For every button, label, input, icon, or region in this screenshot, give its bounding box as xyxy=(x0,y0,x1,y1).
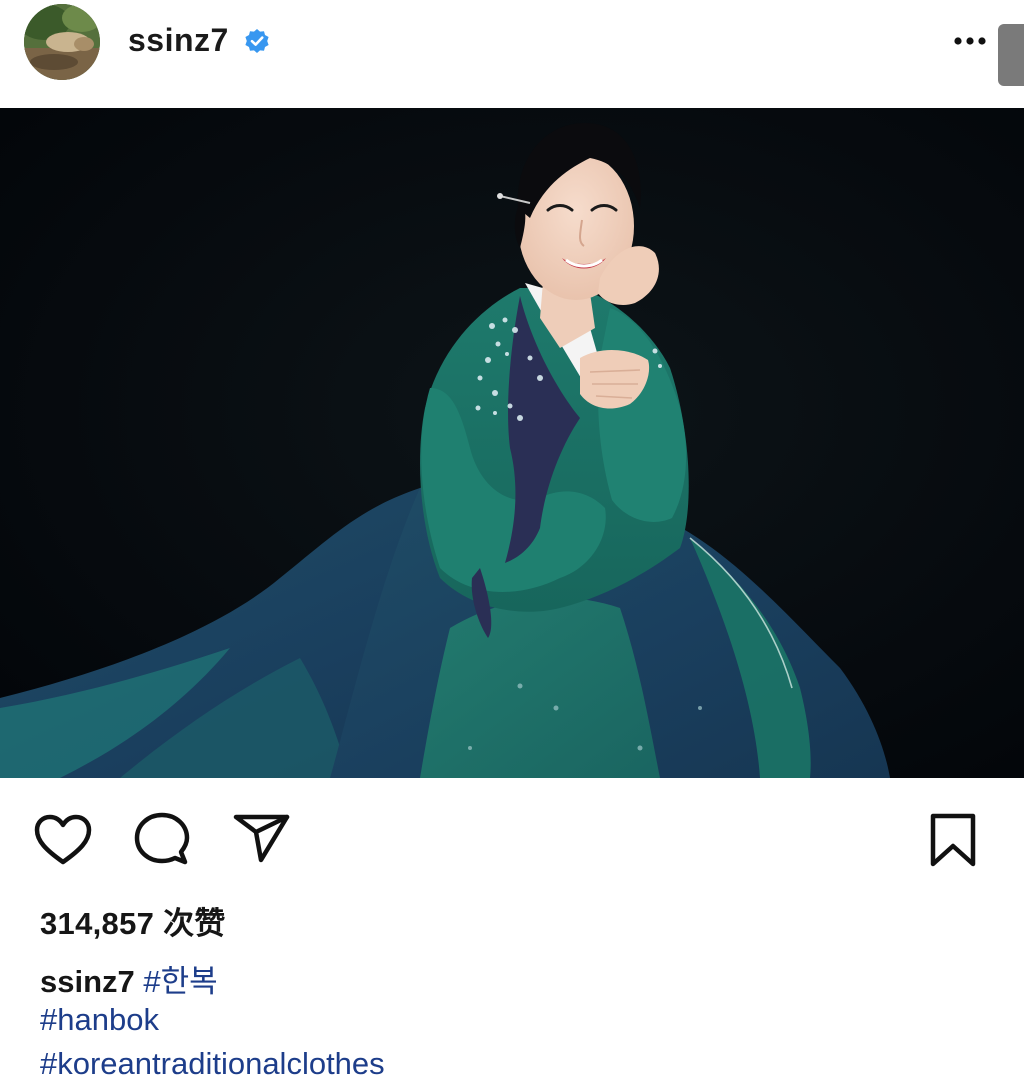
caption: ssinz7 #한복 xyxy=(40,956,218,1001)
hashtag-hanbok-korean[interactable]: #한복 xyxy=(143,964,217,999)
caption-hashtag-line: #koreantraditionalclothes xyxy=(40,1046,385,1082)
send-icon[interactable] xyxy=(232,812,290,864)
hashtag-koreantraditionalclothes[interactable]: #koreantraditionalclothes xyxy=(40,1046,385,1081)
scrollbar[interactable] xyxy=(998,24,1024,86)
caption-username[interactable]: ssinz7 xyxy=(40,964,135,999)
verified-badge-icon xyxy=(245,29,269,53)
post-username[interactable]: ssinz7 xyxy=(128,22,229,59)
likes-count[interactable]: 314,857 次赞 xyxy=(40,898,226,943)
hashtag-hanbok[interactable]: #hanbok xyxy=(40,1002,159,1037)
hanbok-portrait-image xyxy=(0,108,1024,778)
heart-icon[interactable] xyxy=(34,814,92,866)
caption-hashtag-line: #hanbok xyxy=(40,1002,159,1038)
bookmark-icon[interactable] xyxy=(928,812,978,868)
avatar-image xyxy=(24,4,100,80)
avatar[interactable] xyxy=(24,4,100,80)
comment-icon[interactable] xyxy=(134,812,190,868)
instagram-post: ssinz7 314,857 次赞 ssinz7 #한복 #hanbok #ko… xyxy=(0,0,1024,1087)
post-actions-bar xyxy=(0,778,1024,898)
post-photo[interactable] xyxy=(0,108,1024,778)
post-header: ssinz7 xyxy=(0,0,1024,108)
more-options-icon[interactable] xyxy=(948,26,992,56)
